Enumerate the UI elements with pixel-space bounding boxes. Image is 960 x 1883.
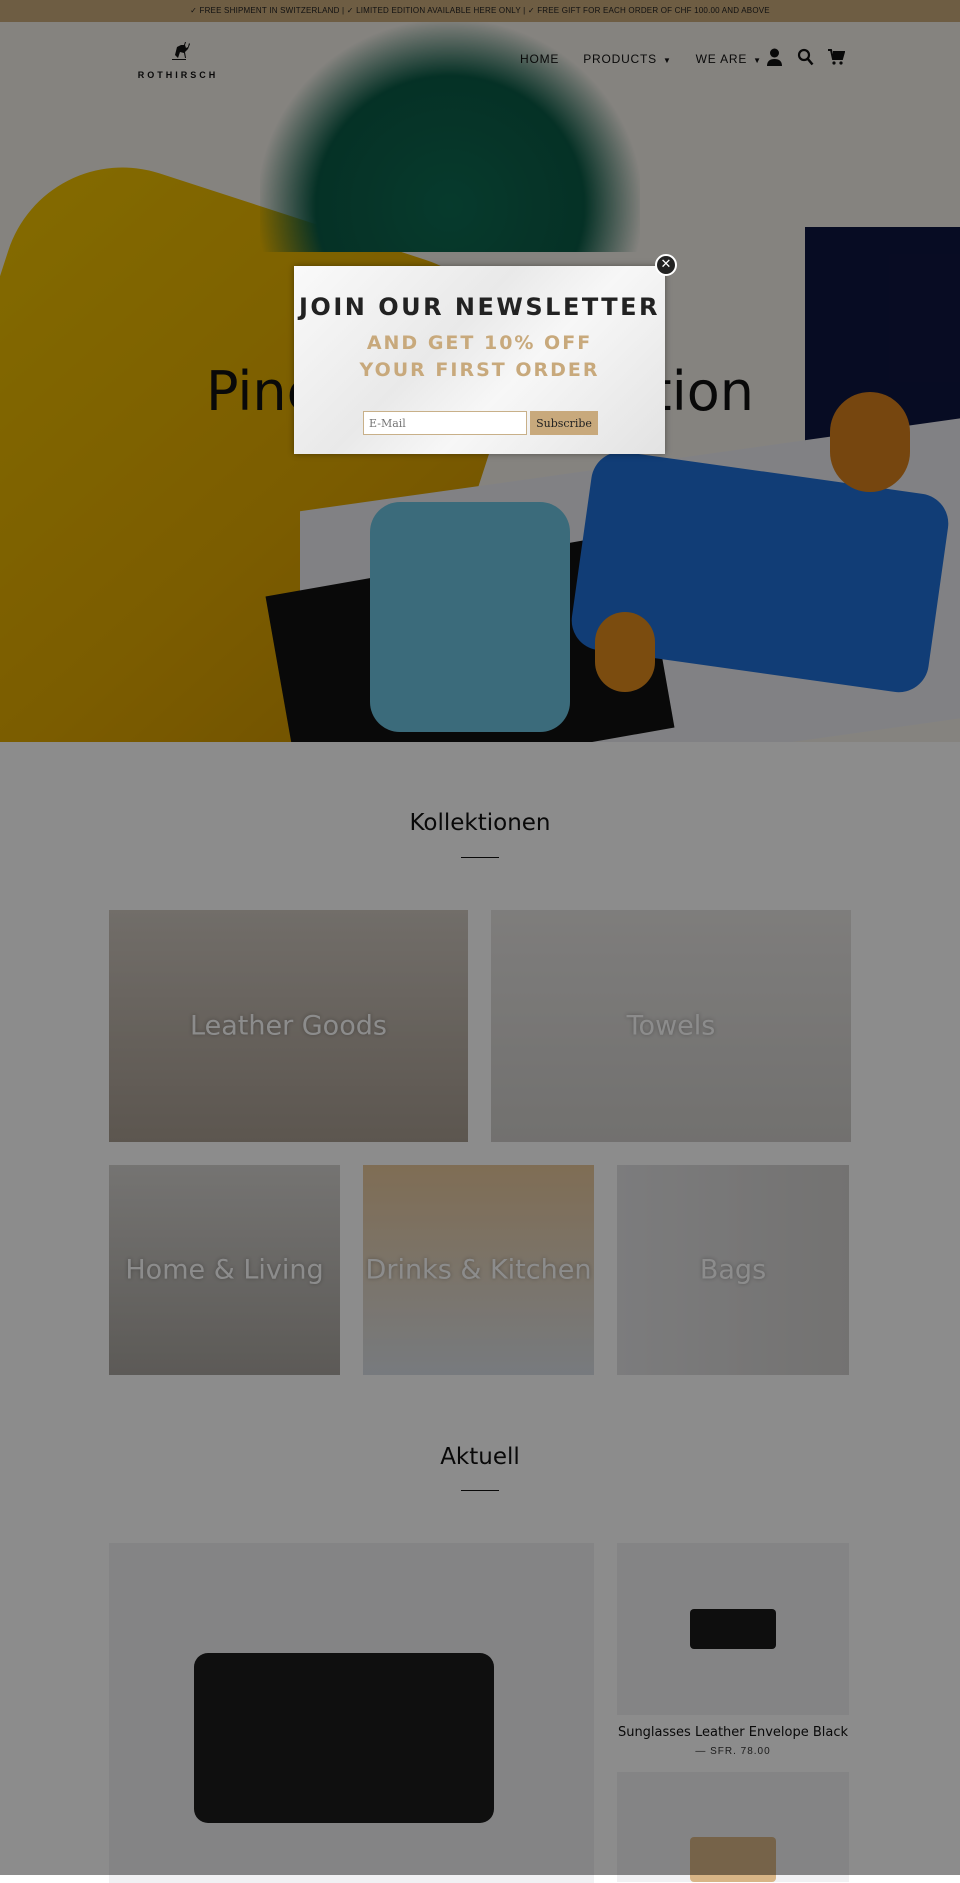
popup-subtitle-line2: YOUR FIRST ORDER xyxy=(359,359,600,381)
close-icon[interactable]: ✕ xyxy=(655,254,677,276)
popup-subtitle: AND GET 10% OFF YOUR FIRST ORDER xyxy=(294,330,665,384)
popup-title: JOIN OUR NEWSLETTER xyxy=(298,293,661,321)
subscribe-button[interactable]: Subscribe xyxy=(530,411,598,435)
popup-subtitle-line1: AND GET 10% OFF xyxy=(366,332,593,354)
email-input[interactable] xyxy=(363,411,527,435)
newsletter-popup: JOIN OUR NEWSLETTER AND GET 10% OFF YOUR… xyxy=(294,266,665,454)
newsletter-form: Subscribe xyxy=(363,411,598,435)
